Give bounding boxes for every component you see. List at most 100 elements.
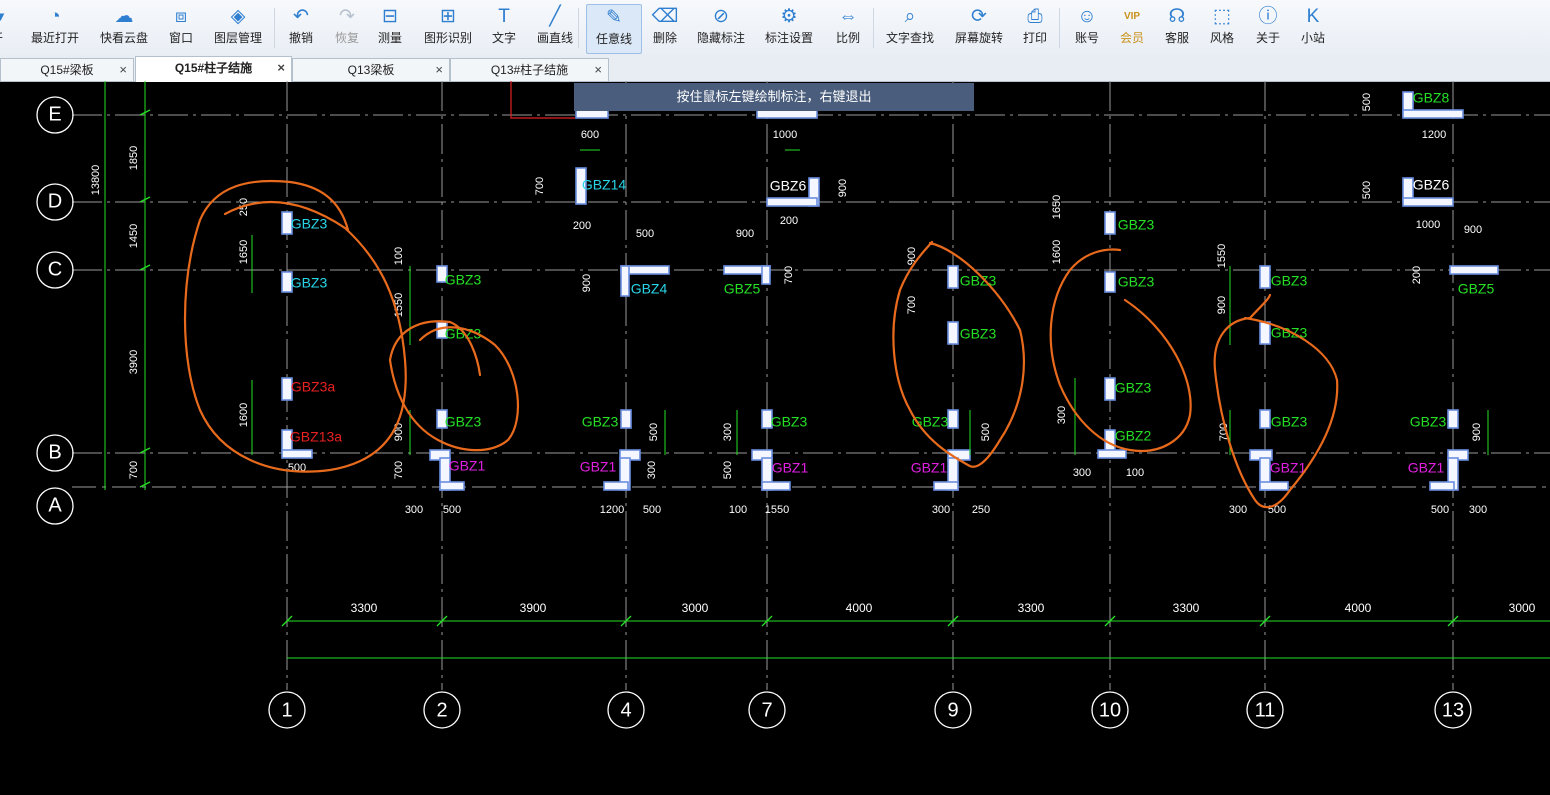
dimension-text: 1000 (773, 129, 797, 141)
toolbar-button-vip[interactable]: VIP 会员 (1113, 4, 1151, 52)
toolbar-button-settings[interactable]: ⚙ 标注设置 (761, 4, 817, 52)
toolbar-button-find-text[interactable]: ⌕ 文字查找 (879, 4, 941, 52)
window-icon: ⧈ (174, 6, 188, 27)
column-label: GBZ1 (772, 460, 809, 476)
tab-label: Q13#柱子结施 (490, 63, 569, 77)
document-tab[interactable]: Q15#柱子结施 × (135, 56, 292, 82)
tab-close-icon[interactable]: × (594, 59, 602, 81)
recent-icon: ◔ (49, 6, 61, 27)
document-tab[interactable]: Q13梁板 × (292, 58, 450, 81)
toolbar-button-scale[interactable]: ⇔ 比例 (829, 4, 867, 52)
toolbar-button-label: 风格 (1209, 31, 1234, 45)
tab-label: Q15#梁板 (40, 63, 94, 77)
toolbar-button-info[interactable]: ⓘ 关于 (1251, 4, 1285, 52)
dimension-text: 700 (783, 266, 795, 284)
dimension-text: 500 (648, 423, 660, 441)
column-label: GBZ5 (724, 281, 761, 297)
column-label: GBZ3 (1271, 273, 1308, 289)
document-tab[interactable]: Q13#柱子结施 × (450, 58, 609, 81)
toolbar-button-hide[interactable]: ⊘ 隐藏标注 (692, 4, 750, 52)
dimension-text: 500 (1431, 504, 1449, 516)
toolbar-button-user[interactable]: ☺ 账号 (1068, 4, 1106, 52)
dimension-text: 900 (1216, 296, 1228, 314)
wall-column-shape (761, 481, 791, 491)
toolbar-button-cloud[interactable]: ☁ 快看云盘 (96, 4, 152, 52)
cursor-crosshair (510, 81, 575, 119)
dimension-text: 500 (636, 228, 654, 240)
toolbar-button-rotate[interactable]: ⟳ 屏幕旋转 (950, 4, 1008, 52)
column-label: GBZ3 (1115, 380, 1152, 396)
dimension-text: 1200 (1422, 129, 1446, 141)
toolbar-button-layers[interactable]: ◈ 图层管理 (210, 4, 266, 52)
dimension-text: 900 (581, 274, 593, 292)
col-axis-label: 11 (1255, 699, 1276, 721)
column-label: GBZ1 (580, 459, 617, 475)
document-tab[interactable]: Q15#梁板 × (0, 58, 134, 81)
dimension-text: 1600 (1051, 240, 1063, 264)
col-axis-label: 1 (281, 699, 292, 721)
wall-column-shape (766, 197, 818, 207)
cad-drawing-canvas[interactable]: E D C B A 1 2 4 7 9 10 11 13 13800 1850 1450 3900 700 3300… (0, 81, 1550, 795)
toolbar-button-label: 画直线 (536, 31, 573, 45)
toolbar-button-line[interactable]: ╱ 画直线 (533, 4, 577, 52)
tab-label: Q15#柱子结施 (174, 61, 253, 75)
col-axis-label: 9 (947, 699, 958, 721)
dimension-text: 500 (443, 504, 461, 516)
tab-close-icon[interactable]: × (277, 57, 285, 79)
toolbar-button-freehand[interactable]: ✎ 任意线 (586, 4, 642, 54)
toolbar-button-label: 关于 (1255, 31, 1280, 45)
tab-close-icon[interactable]: × (119, 59, 127, 81)
toolbar-button-text[interactable]: T 文字 (487, 4, 521, 52)
dimension-text: 900 (837, 179, 849, 197)
toolbar-button-label: 快看云盘 (99, 31, 148, 45)
toolbar-button-redo[interactable]: ↷ 恢复 (330, 4, 364, 52)
dimension-text: 900 (1464, 224, 1482, 236)
dimension-text: 700 (534, 177, 546, 195)
toolbar-button-label: 打印 (1022, 31, 1047, 45)
col-axis-label: 13 (1442, 699, 1464, 721)
dimension-text: 500 (1361, 181, 1373, 199)
row-axis-label: D (48, 190, 62, 212)
style-icon: ⬚ (1213, 6, 1231, 27)
toolbar-separator (578, 8, 579, 48)
dimension-text: 200 (780, 215, 798, 227)
column-label: GBZ14 (582, 177, 627, 193)
settings-icon: ⚙ (780, 6, 798, 27)
tab-label: Q13梁板 (347, 63, 395, 77)
layers-icon: ◈ (230, 6, 246, 27)
row-axis-label: A (48, 494, 62, 516)
dimension-text: 500 (722, 461, 734, 479)
dimension-text: 1550 (765, 504, 789, 516)
wall-column-shape (1104, 271, 1116, 293)
toolbar-button-print[interactable]: ⎙ 打印 (1017, 4, 1053, 52)
toolbar-button-measure[interactable]: ⊟ 测量 (373, 4, 407, 52)
toolbar-button-site[interactable]: K 小站 (1293, 4, 1333, 52)
user-icon: ☺ (1077, 6, 1097, 27)
toolbar-button-headset[interactable]: ☊ 客服 (1158, 4, 1196, 52)
toolbar-button-recent[interactable]: ◔ 最近打开 (28, 4, 82, 52)
toolbar-button-label: 图形识别 (423, 31, 472, 45)
dimension-text: 3900 (520, 601, 547, 615)
dimension-text: 900 (1471, 423, 1483, 441)
column-label: GBZ3 (445, 272, 482, 288)
dimension-text: 300 (932, 504, 950, 516)
row-axis-label: C (48, 258, 62, 280)
wall-column-shape (947, 409, 959, 429)
wall-column-shape (1402, 197, 1454, 207)
document-tab-bar: Q15#梁板 × Q15#柱子结施 × Q13梁板 × Q13#柱子结施 × (0, 55, 1550, 82)
toolbar-button-window[interactable]: ⧈ 窗口 (164, 4, 198, 52)
dimension-text: 1000 (1416, 219, 1440, 231)
column-label: GBZ3 (291, 216, 328, 232)
toolbar-button-shape-recognize[interactable]: ⊞ 图形识别 (420, 4, 476, 52)
column-label: GBZ3 (960, 326, 997, 342)
toolbar-button-undo[interactable]: ↶ 撤销 (284, 4, 318, 52)
column-label: GBZ1 (1270, 460, 1307, 476)
toolbar-button-style[interactable]: ⬚ 风格 (1203, 4, 1241, 52)
column-label: GBZ1 (1408, 460, 1445, 476)
tab-close-icon[interactable]: × (435, 59, 443, 81)
toolbar-button-eraser[interactable]: ⌫ 删除 (647, 4, 683, 52)
toolbar-button-label: 隐藏标注 (696, 31, 745, 45)
toolbar-button-open[interactable]: ▰开 (0, 4, 12, 52)
col-axis-label: 4 (620, 699, 631, 721)
dimension-text: 200 (573, 220, 591, 232)
